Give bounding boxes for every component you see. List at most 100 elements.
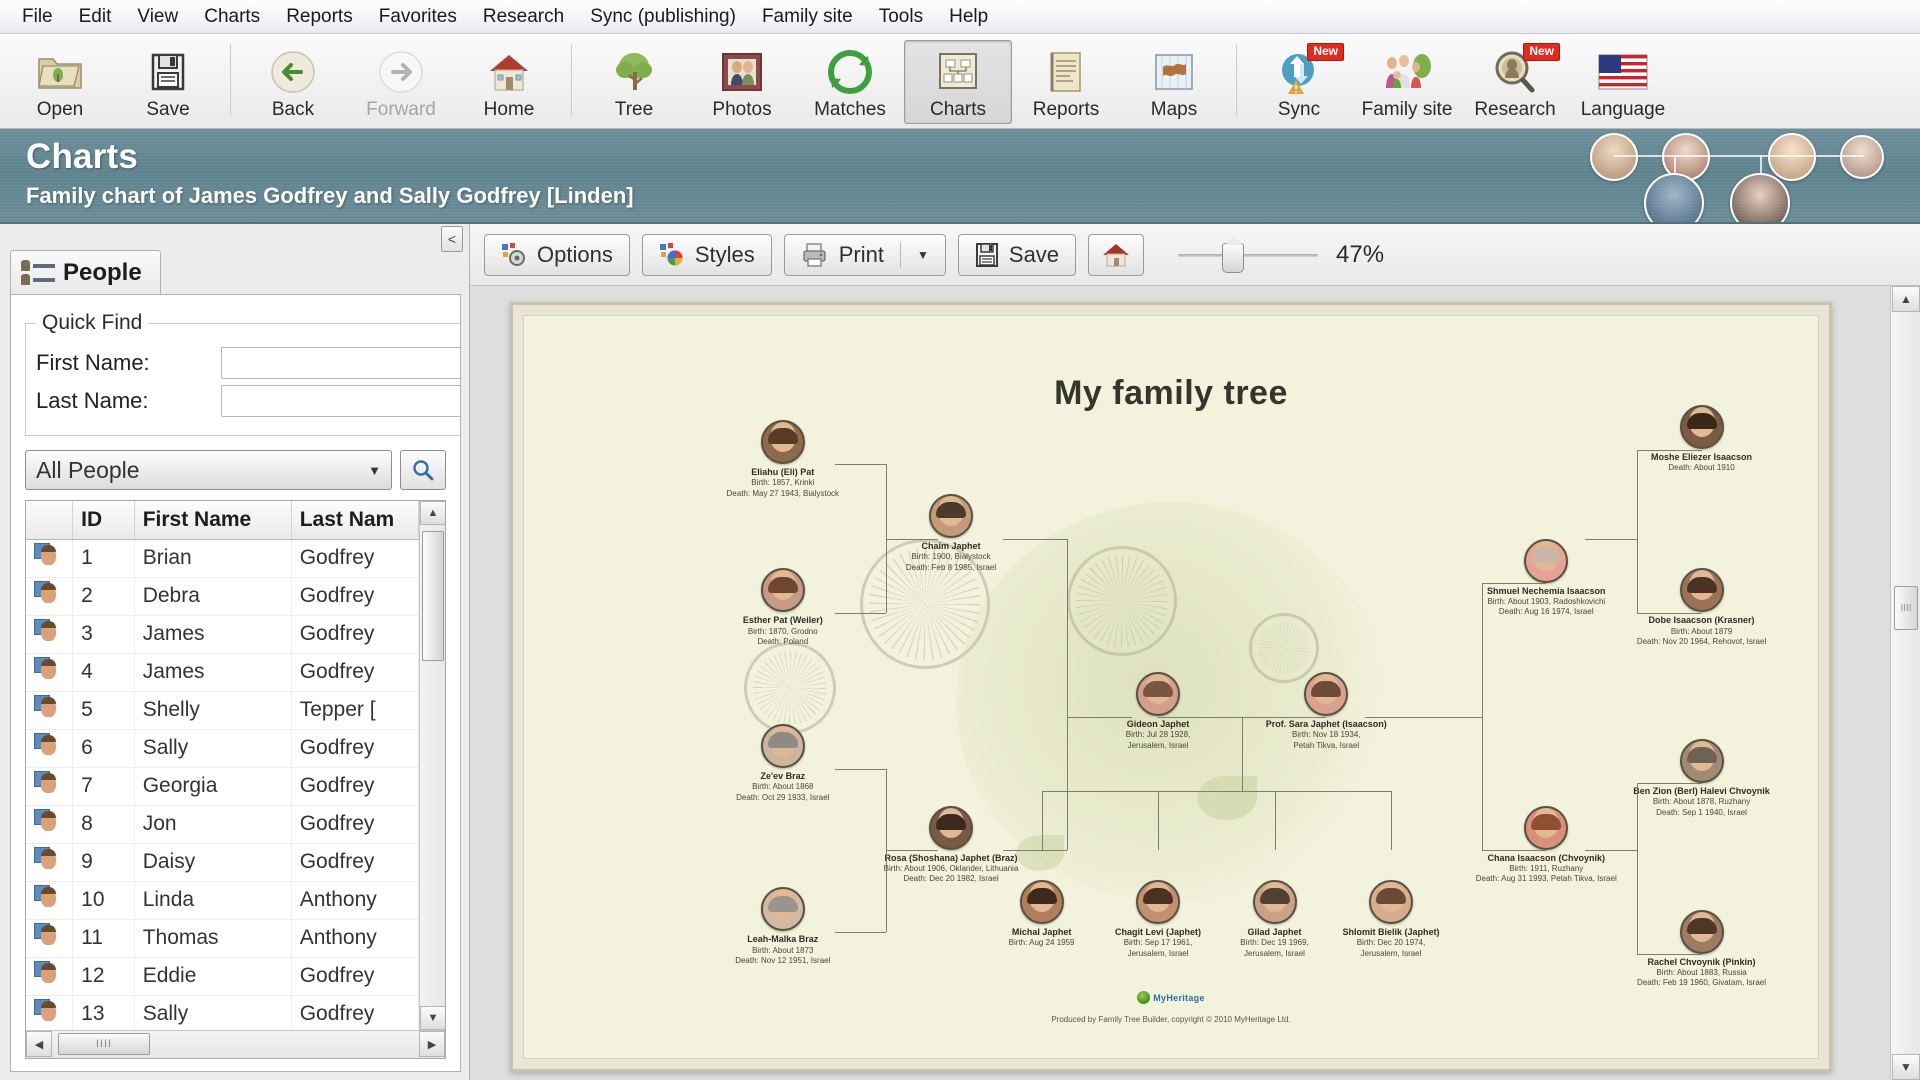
chart-person-node[interactable]: Chaim JaphetBirth: 1900, BialystockDeath… bbox=[876, 494, 1026, 573]
scroll-down-arrow[interactable]: ▼ bbox=[1892, 1054, 1920, 1080]
person-id-cell: 2 bbox=[73, 577, 135, 615]
menu-item-charts[interactable]: Charts bbox=[192, 2, 272, 32]
menu-item-reports[interactable]: Reports bbox=[274, 2, 365, 32]
toolbar-button-save[interactable]: Save bbox=[114, 40, 222, 124]
zoom-slider-handle[interactable] bbox=[1222, 243, 1244, 273]
toolbar-label: Matches bbox=[814, 99, 886, 121]
menu-item-tools[interactable]: Tools bbox=[867, 2, 935, 32]
menu-item-edit[interactable]: Edit bbox=[67, 2, 124, 32]
person-name: Rosa (Shoshana) Japhet (Braz) bbox=[876, 853, 1026, 864]
person-thumbnail-cell bbox=[26, 729, 73, 767]
column-header-last-name[interactable]: Last Nam bbox=[291, 501, 418, 539]
chart-paper[interactable]: My family tree Eliahu (Eli) PatBirth: 18… bbox=[523, 315, 1819, 1059]
toolbar-button-language[interactable]: Language bbox=[1569, 40, 1677, 124]
scroll-left-arrow[interactable]: ◀ bbox=[26, 1031, 52, 1057]
first-name-input[interactable] bbox=[221, 347, 461, 379]
menu-item-family-site[interactable]: Family site bbox=[750, 2, 865, 32]
table-row[interactable]: 1BrianGodfrey bbox=[26, 539, 419, 577]
toolbar-button-charts[interactable]: Charts bbox=[904, 40, 1012, 124]
menu-item-favorites[interactable]: Favorites bbox=[367, 2, 469, 32]
chart-person-node[interactable]: Ze'ev BrazBirth: About 1868Death: Oct 29… bbox=[708, 724, 858, 803]
chevron-down-icon[interactable]: ▼ bbox=[917, 248, 929, 262]
person-first-name-cell: James bbox=[134, 615, 291, 653]
scroll-right-arrow[interactable]: ▶ bbox=[419, 1031, 445, 1057]
chart-person-node[interactable]: Rosa (Shoshana) Japhet (Braz)Birth: Abou… bbox=[876, 806, 1026, 885]
toolbar-button-open[interactable]: Open bbox=[6, 40, 114, 124]
people-filter-select[interactable]: All People ▼ bbox=[25, 450, 392, 490]
chart-person-node[interactable]: Moshe Eliezer IsaacsonDeath: About 1910 bbox=[1627, 405, 1777, 474]
chart-person-node[interactable]: Rachel Chvoynik (Pinkin)Birth: About 188… bbox=[1627, 910, 1777, 989]
chart-save-button[interactable]: Save bbox=[958, 234, 1076, 276]
chart-person-node[interactable]: Dobe Isaacson (Krasner)Birth: About 1879… bbox=[1627, 568, 1777, 647]
table-row[interactable]: 3JamesGodfrey bbox=[26, 615, 419, 653]
chart-person-node[interactable]: Ben Zion (Berl) Halevi ChvoynikBirth: Ab… bbox=[1627, 739, 1777, 818]
column-header-first-name[interactable]: First Name bbox=[134, 501, 291, 539]
search-button[interactable] bbox=[400, 450, 446, 490]
person-birth: Birth: About 1879 bbox=[1627, 627, 1777, 637]
people-grid-horizontal-scrollbar[interactable]: ◀ IIII ▶ bbox=[26, 1030, 445, 1058]
chart-person-node[interactable]: Shlomit Bielik (Japhet)Birth: Dec 20 197… bbox=[1316, 880, 1466, 959]
people-filter-value: All People bbox=[36, 457, 140, 484]
table-row[interactable]: 7GeorgiaGodfrey bbox=[26, 767, 419, 805]
toolbar-button-maps[interactable]: Maps bbox=[1120, 40, 1228, 124]
person-last-name-cell: Godfrey bbox=[291, 729, 418, 767]
chart-person-node[interactable]: Shmuel Nechemia IsaacsonBirth: About 190… bbox=[1471, 539, 1621, 618]
chart-person-node[interactable]: Leah-Malka BrazBirth: About 1873Death: N… bbox=[708, 887, 858, 966]
table-row[interactable]: 8JonGodfrey bbox=[26, 805, 419, 843]
toolbar-button-sync[interactable]: New Sync bbox=[1245, 40, 1353, 124]
person-last-name-cell: Godfrey bbox=[291, 843, 418, 881]
chart-person-node[interactable]: Esther Pat (Weiler)Birth: 1870, GrodnoDe… bbox=[708, 568, 858, 647]
table-row[interactable]: 4JamesGodfrey bbox=[26, 653, 419, 691]
toolbar-button-forward[interactable]: Forward bbox=[347, 40, 455, 124]
menu-item-sync-publishing[interactable]: Sync (publishing) bbox=[578, 2, 748, 32]
toolbar-button-back[interactable]: Back bbox=[239, 40, 347, 124]
chart-person-node[interactable]: Prof. Sara Japhet (Isaacson)Birth: Nov 1… bbox=[1251, 672, 1401, 751]
scroll-up-arrow[interactable]: ▲ bbox=[1892, 286, 1920, 312]
scroll-thumb[interactable]: IIII bbox=[1894, 586, 1918, 630]
tab-people[interactable]: People bbox=[10, 250, 161, 294]
menu-item-help[interactable]: Help bbox=[937, 2, 1000, 32]
people-grid-vertical-scrollbar[interactable]: ▲ ▼ bbox=[419, 501, 445, 1030]
person-death: Death: Poland bbox=[708, 637, 858, 647]
table-row[interactable]: 6SallyGodfrey bbox=[26, 729, 419, 767]
toolbar-button-research[interactable]: New Research bbox=[1461, 40, 1569, 124]
table-row[interactable]: 10LindaAnthony bbox=[26, 881, 419, 919]
scroll-thumb-horizontal[interactable]: IIII bbox=[58, 1033, 150, 1055]
table-row[interactable]: 9DaisyGodfrey bbox=[26, 843, 419, 881]
avatar bbox=[1644, 173, 1704, 224]
collapse-panel-button[interactable]: < bbox=[441, 226, 463, 252]
toolbar-button-reports[interactable]: Reports bbox=[1012, 40, 1120, 124]
chart-home-button[interactable] bbox=[1088, 234, 1144, 276]
options-button[interactable]: Options bbox=[484, 234, 630, 276]
column-header-id[interactable]: ID bbox=[73, 501, 135, 539]
chart-person-node[interactable]: Gideon JaphetBirth: Jul 28 1928,Jerusale… bbox=[1083, 672, 1233, 751]
scroll-thumb[interactable] bbox=[422, 531, 444, 661]
column-header-photo[interactable] bbox=[26, 501, 73, 539]
last-name-input[interactable] bbox=[221, 385, 461, 417]
table-row[interactable]: 13SallyGodfrey bbox=[26, 995, 419, 1030]
person-name: Rachel Chvoynik (Pinkin) bbox=[1627, 957, 1777, 968]
menu-item-view[interactable]: View bbox=[125, 2, 190, 32]
print-button[interactable]: Print ▼ bbox=[784, 234, 946, 276]
table-row[interactable]: 11ThomasAnthony bbox=[26, 919, 419, 957]
table-row[interactable]: 12EddieGodfrey bbox=[26, 957, 419, 995]
styles-button[interactable]: Styles bbox=[642, 234, 772, 276]
chart-connector-line bbox=[1275, 791, 1276, 850]
chart-person-node[interactable]: Eliahu (Eli) PatBirth: 1857, KrinkiDeath… bbox=[708, 420, 858, 499]
toolbar-button-family-site[interactable]: Family site bbox=[1353, 40, 1461, 124]
chart-person-node[interactable]: Chana Isaacson (Chvoynik)Birth: 1911, Ru… bbox=[1471, 806, 1621, 885]
scroll-up-arrow[interactable]: ▲ bbox=[420, 501, 445, 525]
menu-item-file[interactable]: File bbox=[10, 2, 65, 32]
toolbar-button-matches[interactable]: Matches bbox=[796, 40, 904, 124]
table-row[interactable]: 2DebraGodfrey bbox=[26, 577, 419, 615]
menu-item-research[interactable]: Research bbox=[471, 2, 576, 32]
table-row[interactable]: 5ShellyTepper [ bbox=[26, 691, 419, 729]
zoom-slider[interactable] bbox=[1178, 243, 1318, 267]
toolbar-label: Forward bbox=[366, 99, 436, 121]
toolbar-button-home[interactable]: Home bbox=[455, 40, 563, 124]
toolbar-button-photos[interactable]: Photos bbox=[688, 40, 796, 124]
chart-vertical-scrollbar[interactable]: ▲ IIII ▼ bbox=[1890, 286, 1920, 1080]
toolbar-button-tree[interactable]: Tree bbox=[580, 40, 688, 124]
myheritage-logo: MyHeritage bbox=[1137, 991, 1205, 1004]
scroll-down-arrow[interactable]: ▼ bbox=[420, 1006, 445, 1030]
